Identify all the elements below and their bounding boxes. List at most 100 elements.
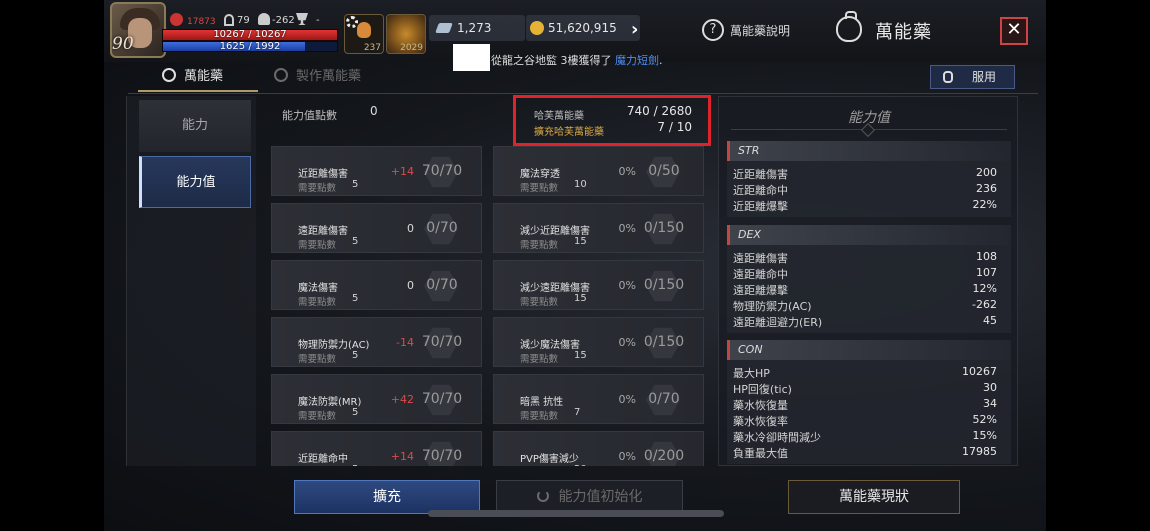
stat-points-value: 0 — [370, 104, 378, 118]
reset-icon — [536, 490, 549, 502]
elixir-status-button[interactable]: 萬能藥現狀 — [788, 480, 960, 514]
stats-row-value: 12% — [972, 282, 997, 295]
stat-card-req-value: 5 — [352, 464, 358, 466]
stat-card[interactable]: 減少近距離傷害 需要點數 15 0% 0/150 — [493, 203, 704, 253]
stats-row-key: 藥水冷卻時間減少 — [733, 431, 821, 444]
mp-text: 1625 / 1992 — [219, 41, 281, 52]
stats-row-key: 近距離命中 — [733, 184, 788, 197]
potion-icon — [357, 22, 371, 38]
stat-card-name: 近距離命中 — [298, 454, 348, 465]
pk-count: 17873 — [187, 17, 216, 27]
notice-item-link[interactable]: 魔力短劍 — [615, 54, 659, 67]
stats-row-key: 遠距離傷害 — [733, 252, 788, 265]
hp-bar: 10267 / 10267 — [162, 29, 338, 41]
notice-text: 從龍之谷地監 3樓獲得了 — [491, 54, 612, 67]
stat-card[interactable]: PVP傷害減少需要點數 20 0% 0/200 — [493, 431, 704, 466]
quick-slot-scroll[interactable]: 2029 — [386, 14, 426, 54]
tab-elixir[interactable]: 萬能藥 — [162, 66, 223, 92]
stat-trophy-value: - — [316, 15, 320, 26]
stat-card-req-value: 20 — [574, 464, 587, 466]
stats-row-value: 15% — [972, 429, 997, 442]
elixir-count-label: 哈芙萬能藥 — [534, 111, 584, 122]
quick-slot-potion-count: 237 — [363, 43, 381, 53]
stat-card-bonus: +14 — [390, 165, 414, 178]
stat-card[interactable]: 減少魔法傷害 需要點數 15 0% 0/150 — [493, 317, 704, 367]
stat-card-name: 減少近距離傷害 — [520, 226, 590, 237]
stats-group-con: CON 最大HP 10267 HP回復(tic) 30 藥水恢復量 34 藥水恢復率 52% 藥水… — [727, 340, 1011, 464]
bottle-icon — [943, 71, 953, 83]
stats-row: 遠距離迴避力(ER) 45 — [727, 313, 1011, 329]
stat-card[interactable]: 近距離命中需要點數 5 +14 70/70 — [271, 431, 482, 466]
stats-row-value: 45 — [983, 314, 997, 327]
expand-button[interactable]: 擴充 — [294, 480, 480, 514]
stats-row-value: 200 — [976, 166, 997, 179]
stats-row-value: 22% — [972, 198, 997, 211]
close-button[interactable]: ✕ — [1000, 17, 1028, 45]
active-tab-indicator — [138, 90, 258, 92]
gear-icon[interactable] — [346, 16, 358, 28]
stats-row: 近距離傷害 200 — [727, 165, 1011, 181]
hp-text: 10267 / 10267 — [213, 29, 287, 40]
stat-card-req-value: 5 — [352, 293, 359, 304]
screen: 90 17873 79 -262 - 10267 / 10267 1625 / … — [0, 0, 1150, 531]
stats-row: 負重最大值 17985 — [727, 444, 1011, 460]
reset-stats-label: 能力值初始化 — [558, 489, 643, 505]
stats-group-header: DEX — [727, 225, 1011, 245]
stat-card[interactable]: 魔法防禦(MR) 需要點數 5 +42 70/70 — [271, 374, 482, 424]
elixir-expand-label: 擴充哈芙萬能藥 — [534, 127, 604, 138]
stat-card-bonus: 0 — [407, 222, 414, 235]
stat-cards-grid: 近距離傷害 需要點數 5 +14 70/70 魔法穿透 需要點數 10 0% 0/50 遠距離傷害需… — [271, 146, 707, 466]
stats-row: HP回復(tic) 30 — [727, 380, 1011, 396]
use-button[interactable]: 服用 — [930, 65, 1015, 89]
stats-panel: 能力值 STR 近距離傷害 200 近距離命中 236 近距離爆擊 22% DEX 遠距離傷害 1… — [718, 96, 1018, 466]
stat-card-name: 魔法傷害 — [298, 283, 338, 294]
stat-card-req-value: 5 — [352, 350, 359, 361]
side-menu-ability[interactable]: 能力 — [139, 100, 251, 152]
stats-group-dex: DEX 遠距離傷害 108 遠距離命中 107 遠距離爆擊 12% 物理防禦力(AC) -262… — [727, 225, 1011, 333]
diamond-currency: 1,273 — [429, 15, 525, 41]
stat-card-req-label: 需要點數 — [298, 354, 337, 365]
game-window: 90 17873 79 -262 - 10267 / 10267 1625 / … — [104, 0, 1046, 531]
stat-card[interactable]: 暗黑 抗性 需要點數 7 0% 0/70 — [493, 374, 704, 424]
stats-row: 近距離命中 236 — [727, 181, 1011, 197]
stat-card-req-label: 需要點數 — [520, 240, 559, 251]
use-button-label: 服用 — [971, 70, 996, 84]
stat-card[interactable]: 近距離傷害 需要點數 5 +14 70/70 — [271, 146, 482, 196]
stat-card-name: 物理防禦力(AC) — [298, 340, 370, 351]
help-label[interactable]: 萬能藥說明 — [730, 22, 790, 39]
page-title: 萬能藥 — [875, 22, 932, 43]
stat-card-bonus: 0% — [618, 393, 636, 406]
side-menu-stats[interactable]: 能力值 — [139, 156, 251, 208]
stat-card-level: 0/70 — [426, 220, 458, 236]
stat-card-req-value: 5 — [352, 407, 359, 418]
stat-card[interactable]: 遠距離傷害 需要點數 5 0 0/70 — [271, 203, 482, 253]
reset-stats-button[interactable]: 能力值初始化 — [496, 480, 683, 514]
stat-card[interactable]: 物理防禦力(AC) 需要點數 5 -14 70/70 — [271, 317, 482, 367]
stat-card-name: 魔法防禦(MR) — [298, 397, 362, 408]
stat-card[interactable]: 魔法穿透 需要點數 10 0% 0/50 — [493, 146, 704, 196]
stats-row: 物理防禦力(AC) -262 — [727, 297, 1011, 313]
stats-row-key: 藥水恢復量 — [733, 399, 788, 412]
stat-card-req-label: 需要點數 — [520, 354, 559, 365]
stat-card-level: 0/150 — [643, 334, 685, 350]
scrollbar[interactable] — [428, 510, 724, 517]
stat-card[interactable]: 減少遠距離傷害 需要點數 15 0% 0/150 — [493, 260, 704, 310]
stat-card-bonus: 0% — [618, 450, 636, 463]
help-icon[interactable]: ? — [702, 19, 724, 41]
chevron-right-icon[interactable]: › — [631, 19, 638, 40]
stats-row: 藥水冷卻時間減少 15% — [727, 428, 1011, 444]
stat-card-req-label: 需要點數 — [520, 465, 558, 466]
tab-craft-elixir[interactable]: 製作萬能藥 — [274, 66, 361, 92]
stat-card-req-value: 15 — [574, 350, 587, 361]
stat-card[interactable]: 魔法傷害 需要點數 5 0 0/70 — [271, 260, 482, 310]
stat-card-level: 0/150 — [643, 220, 685, 236]
stat-card-req-label: 需要點數 — [298, 240, 337, 251]
stat-card-name: 暗黑 抗性 — [520, 397, 564, 408]
stat-card-name: 遠距離傷害 — [298, 226, 348, 237]
stats-row-key: 遠距離命中 — [733, 268, 788, 281]
stat-card-name: PVP傷害減少 — [520, 454, 579, 465]
diamond-amount: 1,273 — [457, 21, 492, 35]
stats-group-header: STR — [727, 141, 1011, 161]
elixir-title-icon — [836, 11, 862, 42]
stat-card-level: 0/200 — [643, 448, 685, 464]
